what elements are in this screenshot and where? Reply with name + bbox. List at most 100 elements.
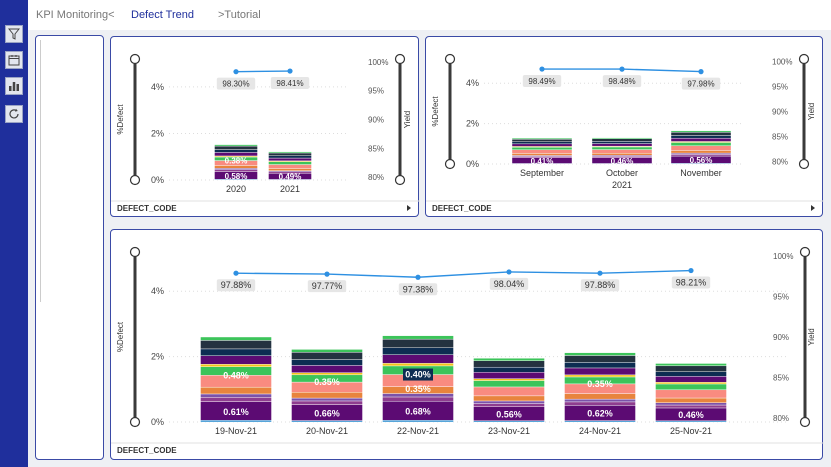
bar-segment[interactable] <box>268 155 312 159</box>
bar-segment[interactable] <box>511 153 573 156</box>
slider-handle-bottom[interactable] <box>799 416 811 428</box>
bar-segment[interactable] <box>511 146 573 150</box>
bar-segment[interactable] <box>655 363 727 367</box>
bar-segment[interactable] <box>382 335 454 340</box>
slider-handle-bottom[interactable] <box>798 158 810 170</box>
bar-segment[interactable] <box>214 145 258 150</box>
slider-handle-bottom[interactable] <box>129 416 141 428</box>
bar-segment[interactable] <box>473 378 545 381</box>
bar-segment[interactable] <box>291 397 363 402</box>
bar-segment[interactable] <box>511 149 573 154</box>
bar-segment[interactable] <box>382 420 454 423</box>
yield-point[interactable] <box>324 271 330 277</box>
bar-segment[interactable] <box>200 340 272 350</box>
bar-segment[interactable] <box>268 151 312 154</box>
bar-segment[interactable] <box>655 371 727 377</box>
bar-segment[interactable] <box>564 352 636 356</box>
bar-segment[interactable] <box>200 348 272 356</box>
bar-segment[interactable] <box>473 366 545 373</box>
nav-kpi-monitoring[interactable]: KPI Monitoring< <box>36 9 115 21</box>
bar-segment[interactable] <box>591 138 653 142</box>
yield-point[interactable] <box>415 274 421 280</box>
bar-segment[interactable] <box>655 404 727 409</box>
slicer-list[interactable] <box>40 40 99 302</box>
bar-segment[interactable] <box>591 146 653 150</box>
bar-segment[interactable] <box>214 165 258 169</box>
bar-segment[interactable] <box>655 397 727 403</box>
bar-chart-icon[interactable] <box>5 77 23 95</box>
slider-handle-bottom[interactable] <box>394 174 406 186</box>
bar-segment[interactable] <box>564 362 636 369</box>
bar-segment[interactable] <box>200 420 272 423</box>
yield-point[interactable] <box>233 270 239 276</box>
bar-segment[interactable] <box>200 336 272 341</box>
yield-point[interactable] <box>688 267 694 274</box>
bar-segment[interactable] <box>591 137 653 139</box>
bar-segment[interactable] <box>511 138 573 142</box>
bar-segment[interactable] <box>291 392 363 399</box>
bar-segment[interactable] <box>473 403 545 407</box>
bar-segment[interactable] <box>511 141 573 145</box>
bar-segment[interactable] <box>268 157 312 162</box>
bar-segment[interactable] <box>564 398 636 403</box>
bar-segment[interactable] <box>473 380 545 388</box>
bar-segment[interactable] <box>214 149 258 153</box>
bar-segment[interactable] <box>291 365 363 373</box>
bar-segment[interactable] <box>564 367 636 376</box>
bar-segment[interactable] <box>382 363 454 367</box>
slider-handle-top[interactable] <box>394 53 406 65</box>
bar-segment[interactable] <box>200 363 272 367</box>
bar-segment[interactable] <box>670 135 732 139</box>
yield-point[interactable] <box>597 270 603 276</box>
yield-point[interactable] <box>619 66 625 72</box>
bar-segment[interactable] <box>591 141 653 144</box>
bar-segment[interactable] <box>268 168 312 171</box>
bar-segment[interactable] <box>511 137 573 140</box>
bar-segment[interactable] <box>564 393 636 400</box>
bar-segment[interactable] <box>670 130 732 133</box>
slider-handle-top[interactable] <box>798 53 810 65</box>
filter-icon[interactable] <box>5 25 23 43</box>
bar-segment[interactable] <box>214 152 258 157</box>
bar-segment[interactable] <box>655 365 727 372</box>
bar-segment[interactable] <box>564 401 636 406</box>
bar-segment[interactable] <box>473 395 545 402</box>
bar-segment[interactable] <box>291 349 363 353</box>
bar-segment[interactable] <box>382 354 454 364</box>
bar-segment[interactable] <box>591 153 653 156</box>
bar-segment[interactable] <box>591 149 653 154</box>
yield-point[interactable] <box>539 66 545 72</box>
bar-segment[interactable] <box>511 143 573 147</box>
bar-segment[interactable] <box>200 393 272 398</box>
bar-segment[interactable] <box>670 150 732 154</box>
slider-handle-top[interactable] <box>799 246 811 258</box>
bar-segment[interactable] <box>268 164 312 169</box>
bar-segment[interactable] <box>382 338 454 348</box>
bar-segment[interactable] <box>655 389 727 399</box>
bar-segment[interactable] <box>670 142 732 146</box>
bar-segment[interactable] <box>473 360 545 368</box>
bar-segment[interactable] <box>473 400 545 404</box>
yield-point[interactable] <box>287 68 293 74</box>
bar-segment[interactable] <box>268 152 312 156</box>
bar-segment[interactable] <box>291 359 363 366</box>
bar-segment[interactable] <box>564 374 636 378</box>
bar-segment[interactable] <box>214 168 258 170</box>
bar-segment[interactable] <box>291 352 363 360</box>
bar-segment[interactable] <box>200 355 272 365</box>
yield-point[interactable] <box>233 69 239 75</box>
bar-segment[interactable] <box>291 400 363 405</box>
bar-segment[interactable] <box>214 144 258 147</box>
bar-segment[interactable] <box>200 397 272 402</box>
nav-defect-trend[interactable]: Defect Trend <box>131 9 194 21</box>
bar-segment[interactable] <box>268 161 312 165</box>
bar-segment[interactable] <box>473 372 545 379</box>
bar-segment[interactable] <box>655 402 727 406</box>
refresh-icon[interactable] <box>5 105 23 123</box>
bar-segment[interactable] <box>564 420 636 423</box>
slider-handle-top[interactable] <box>444 53 456 65</box>
bar-segment[interactable] <box>591 143 653 147</box>
bar-segment[interactable] <box>473 358 545 361</box>
yield-point[interactable] <box>506 269 512 275</box>
bar-segment[interactable] <box>670 137 732 142</box>
